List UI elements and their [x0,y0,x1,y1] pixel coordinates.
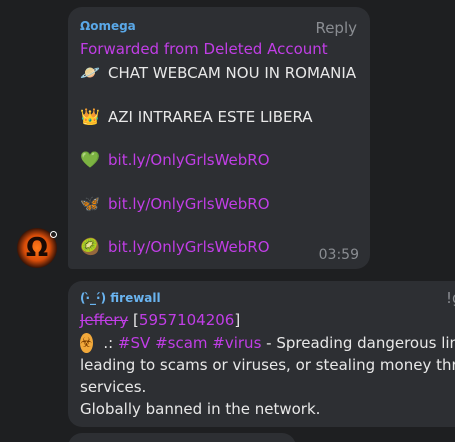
message-text: AZI INTRAREA ESTE LIBERA [108,108,313,126]
forwarded-from-label[interactable]: Forwarded from Deleted Account [80,40,328,58]
message-bubble-bot[interactable]: (·̀_·́) firewall !g Jeffery [5957104206]… [68,281,455,427]
kiwi-emoji-icon: 🥝 [80,237,100,256]
message-text: CHAT WEBCAM NOU IN ROMANIA [108,64,357,82]
message-line: 👑 AZI INTRAREA ESTE LIBERA [80,107,313,127]
sender-name[interactable]: (·̀_·́) firewall [80,291,161,305]
planet-emoji-icon: 🪐 [80,63,100,82]
reported-user-id[interactable]: 5957104206 [139,311,234,329]
green-heart-emoji-icon: 💚 [80,150,100,169]
message-bubble-partial[interactable] [68,433,296,442]
message-timestamp: 03:59 [318,247,359,263]
user-id-close: ] [234,311,241,329]
crown-emoji-icon: 👑 [80,107,100,126]
reported-user-line: Jeffery [5957104206] [80,311,240,329]
status-ring-icon [50,231,57,238]
omega-avatar-icon: Ω [25,233,49,263]
butterfly-emoji-icon: 🦋 [80,194,100,213]
message-link[interactable]: bit.ly/OnlyGrlsWebRO [108,195,270,213]
sender-avatar[interactable]: Ω [17,228,57,268]
message-link[interactable]: bit.ly/OnlyGrlsWebRO [108,238,270,256]
reply-button[interactable]: !g [446,289,455,307]
description-lead: - Spreading dangerous link [261,334,455,352]
hashtag-scam[interactable]: #scam [155,332,207,354]
description-line: services. [80,378,147,396]
reply-button[interactable]: Reply [315,19,357,37]
reported-user-name[interactable]: Jeffery [80,311,128,329]
report-first-line: ☣ .: #SV #scam #virus - Spreading danger… [80,332,455,354]
message-link[interactable]: bit.ly/OnlyGrlsWebRO [108,151,270,169]
biohazard-icon: ☣ [80,333,93,353]
message-line: 🦋 bit.ly/OnlyGrlsWebRO [80,194,270,214]
description-line: leading to scams or viruses, or stealing… [80,356,455,374]
message-line: 💚 bit.ly/OnlyGrlsWebRO [80,150,270,170]
description-line: Globally banned in the network. [80,400,321,418]
message-line: 🪐 CHAT WEBCAM NOU IN ROMANIA [80,63,356,83]
message-bubble-forwarded[interactable]: Ωomega Reply Forwarded from Deleted Acco… [68,7,370,269]
report-description: ☣ .: #SV #scam #virus - Spreading danger… [80,332,455,420]
message-line: 🥝 bit.ly/OnlyGrlsWebRO [80,237,270,257]
hashtag-virus[interactable]: #virus [212,332,261,354]
separator-text: .: [98,334,118,352]
chat-view: Ωomega Reply Forwarded from Deleted Acco… [0,0,455,442]
sender-name[interactable]: Ωomega [80,19,136,33]
hashtag-sv[interactable]: #SV [118,332,150,354]
